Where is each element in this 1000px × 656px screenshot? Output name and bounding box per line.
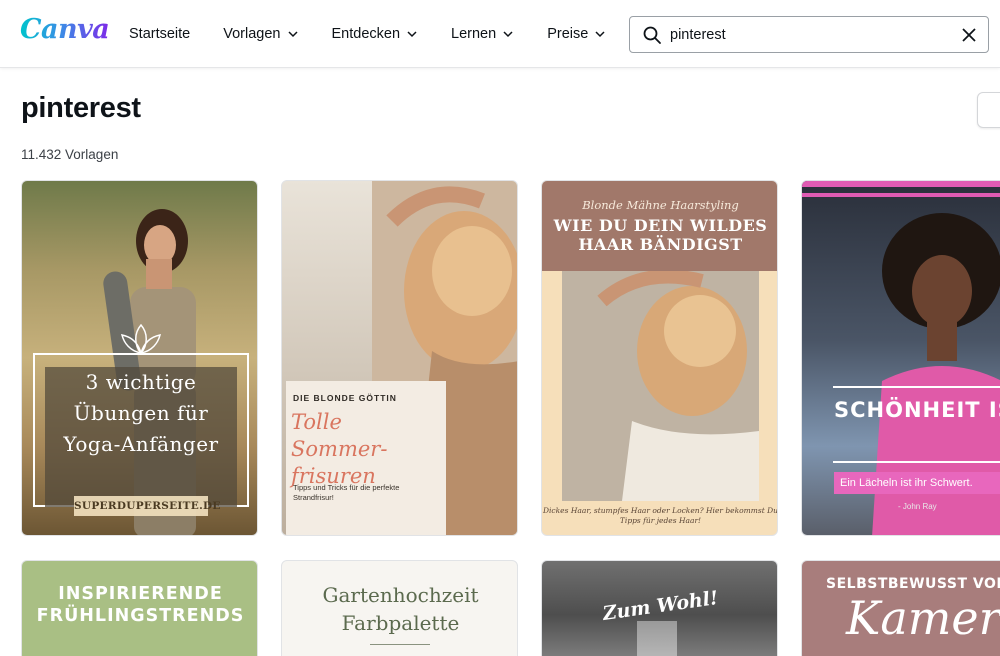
template-kicker: SELBSTBEWUSST VOR D xyxy=(826,576,1000,592)
template-card-sommerfrisuren[interactable]: DIE BLONDE GÖTTIN Tolle Sommer-frisuren … xyxy=(281,180,518,536)
template-title: WIE DU DEIN WILDES HAAR BÄNDIGST xyxy=(553,216,768,254)
chevron-down-icon xyxy=(287,31,298,38)
template-kicker: Blonde Mähne Haarstyling xyxy=(582,198,739,212)
canva-logo[interactable]: Canva xyxy=(20,14,110,45)
template-photo xyxy=(562,271,759,501)
chevron-down-icon xyxy=(595,31,605,38)
template-subtitle: Tipps und Tricks für die perfekte Strand… xyxy=(293,483,400,502)
lotus-icon xyxy=(120,323,162,355)
chevron-down-icon xyxy=(407,31,417,38)
nav-startseite[interactable]: Startseite xyxy=(129,26,190,42)
template-card-kamera[interactable]: SELBSTBEWUSST VOR D Kamera xyxy=(801,560,1000,656)
template-kicker: DIE BLONDE GÖTTIN xyxy=(293,393,397,403)
template-card-farbpalette[interactable]: Gartenhochzeit Farbpalette xyxy=(281,560,518,656)
template-title: Tolle Sommer-frisuren xyxy=(291,410,388,488)
template-card-yoga[interactable]: 3 wichtige Übungen für Yoga-Anfänger SUP… xyxy=(21,180,258,536)
template-subtitle: Ein Lächeln ist ihr Schwert. xyxy=(834,472,1000,494)
template-author: - John Ray xyxy=(898,502,937,511)
search-input[interactable] xyxy=(670,23,950,47)
top-header: Canva Startseite Vorlagen Entdecken Lern… xyxy=(0,0,1000,68)
nav-vorlagen[interactable]: Vorlagen xyxy=(223,26,298,42)
template-card-schoenheit[interactable]: SCHÖNHEIT IST MACHT Ein Lächeln ist ihr … xyxy=(801,180,1000,536)
template-footer: Dickes Haar, stumpfes Haar oder Locken? … xyxy=(543,506,778,525)
template-title: INSPIRIERENDE FRÜHLINGSTRENDS xyxy=(36,584,245,626)
nav-label: Preise xyxy=(547,26,589,42)
nav-label: Startseite xyxy=(129,26,191,42)
template-card-fruehlingstrends[interactable]: INSPIRIERENDE FRÜHLINGSTRENDS xyxy=(21,560,258,656)
accent-stripe xyxy=(802,193,1000,197)
divider xyxy=(833,386,1000,388)
main-nav: Startseite Vorlagen Entdecken Lernen Pre… xyxy=(129,0,639,68)
accent-stripe xyxy=(802,181,1000,187)
nav-preise[interactable]: Preise xyxy=(547,26,606,42)
template-footer: SUPERDUPERSEITE.DE xyxy=(74,496,220,516)
results-count: 11.432 Vorlagen xyxy=(21,147,119,162)
nav-entdecken[interactable]: Entdecken xyxy=(332,26,419,42)
template-card-haarstyling[interactable]: Blonde Mähne Haarstyling WIE DU DEIN WIL… xyxy=(541,180,778,536)
template-title: SCHÖNHEIT IST MACHT xyxy=(834,398,1000,422)
template-photo xyxy=(637,621,677,656)
nav-lernen[interactable]: Lernen xyxy=(451,26,514,42)
template-card-zum-wohl[interactable]: Zum Wohl! xyxy=(541,560,778,656)
nav-label: Lernen xyxy=(451,26,497,42)
template-title: 3 wichtige Übungen für Yoga-Anfänger xyxy=(63,370,219,456)
page-title: pinterest xyxy=(21,92,141,124)
nav-label: Vorlagen xyxy=(223,26,281,42)
search-icon xyxy=(643,26,661,44)
template-title: Gartenhochzeit Farbpalette xyxy=(322,583,479,635)
divider xyxy=(833,461,1000,463)
template-title: Kamera xyxy=(846,591,1000,645)
search-bar[interactable] xyxy=(629,16,989,53)
filter-button[interactable] xyxy=(977,92,1000,128)
nav-label: Entdecken xyxy=(331,26,401,42)
divider xyxy=(370,644,430,645)
chevron-down-icon xyxy=(503,31,513,38)
close-icon[interactable] xyxy=(960,26,978,44)
